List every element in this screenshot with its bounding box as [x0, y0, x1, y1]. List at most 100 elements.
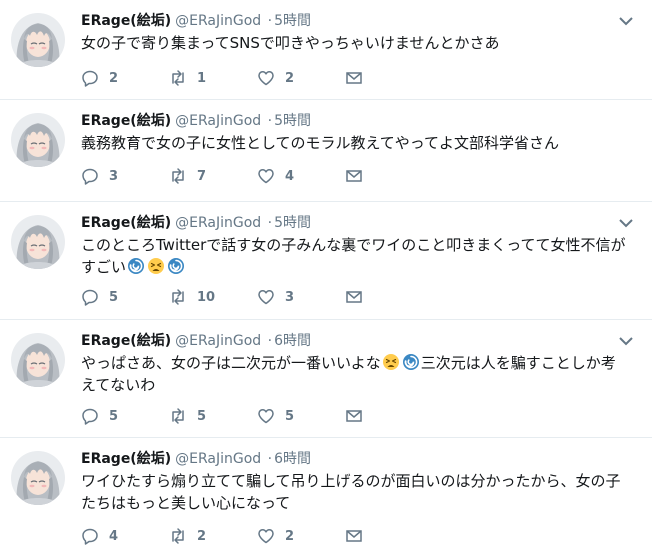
- display-name[interactable]: ERage(絵垢): [81, 333, 171, 349]
- retweet-count: 7: [197, 168, 207, 184]
- cyclone-emoji: [167, 257, 185, 275]
- like-count: 2: [285, 528, 295, 544]
- avatar[interactable]: [11, 215, 65, 269]
- like-count: 3: [285, 289, 295, 305]
- retweet-button[interactable]: 7: [169, 166, 206, 186]
- cyclone-emoji: [401, 353, 420, 371]
- reply-button[interactable]: 2: [81, 68, 118, 88]
- display-name[interactable]: ERage(絵垢): [81, 113, 171, 129]
- tweet-actions: 4 2 2: [81, 526, 381, 546]
- tweet-header: ERage(絵垢) @ERaJinGod · 6時間: [81, 449, 612, 469]
- tweet-text: ワイひたすら煽り立てて騙して吊り上げるのが面白いのは分かったから、女の子 たちは…: [81, 470, 630, 514]
- retweet-count: 10: [197, 289, 216, 305]
- dm-button[interactable]: [345, 166, 363, 186]
- timeline: ERage(絵垢) @ERaJinGod · 5時間 女の子で寄り集まってSNSで叩…: [0, 0, 653, 555]
- separator-dot: ·: [267, 13, 273, 29]
- envelope-icon: [346, 72, 362, 84]
- tired-face-emoji: [147, 257, 165, 275]
- timestamp[interactable]: 5時間: [274, 113, 311, 129]
- dm-button[interactable]: [345, 526, 363, 546]
- tweet[interactable]: ERage(絵垢) @ERaJinGod · 6時間 ワイひたすら煽り立てて騙して吊…: [0, 438, 652, 555]
- tweet-text-line: このところTwitterで話す女の子みんな裏でワイのこと叩きまくってて女性不信が: [81, 236, 626, 254]
- tweet-actions: 5 5 5: [81, 406, 381, 426]
- like-button[interactable]: 2: [257, 526, 294, 546]
- separator-dot: ·: [267, 113, 273, 129]
- retweet-icon: [172, 408, 184, 424]
- avatar[interactable]: [11, 113, 65, 167]
- timestamp[interactable]: 5時間: [274, 13, 311, 29]
- reply-button[interactable]: 3: [81, 166, 118, 186]
- retweet-button[interactable]: 10: [169, 287, 215, 307]
- tweet-text-line: えてないわ: [81, 376, 156, 394]
- handle[interactable]: @ERaJinGod: [175, 215, 261, 231]
- chevron-down-icon[interactable]: [618, 215, 634, 231]
- tweet-header: ERage(絵垢) @ERaJinGod · 5時間: [81, 213, 612, 233]
- handle[interactable]: @ERaJinGod: [175, 13, 261, 29]
- dm-button[interactable]: [345, 287, 363, 307]
- retweet-count: 1: [197, 70, 207, 86]
- tweet-actions: 5 10 3: [81, 287, 381, 307]
- retweet-button[interactable]: 5: [169, 406, 206, 426]
- like-button[interactable]: 2: [257, 68, 294, 88]
- timestamp[interactable]: 6時間: [274, 451, 311, 467]
- heart-icon: [258, 169, 274, 184]
- retweet-count: 5: [197, 408, 207, 424]
- reply-icon: [82, 70, 98, 87]
- timestamp[interactable]: 5時間: [274, 215, 311, 231]
- reply-count: 5: [109, 289, 119, 305]
- handle[interactable]: @ERaJinGod: [175, 333, 261, 349]
- display-name[interactable]: ERage(絵垢): [81, 13, 171, 29]
- avatar[interactable]: [11, 13, 65, 67]
- timestamp[interactable]: 6時間: [274, 333, 311, 349]
- tweet-actions: 2 1 2: [81, 68, 381, 88]
- like-button[interactable]: 3: [257, 287, 294, 307]
- reply-button[interactable]: 5: [81, 406, 118, 426]
- chevron-down-icon[interactable]: [618, 333, 634, 349]
- tweet[interactable]: ERage(絵垢) @ERaJinGod · 5時間 女の子で寄り集まってSNSで叩…: [0, 0, 652, 100]
- tweet-text: 女の子で寄り集まってSNSで叩きやっちゃいけませんとかさあ: [81, 32, 630, 54]
- handle[interactable]: @ERaJinGod: [175, 113, 261, 129]
- reply-button[interactable]: 4: [81, 526, 118, 546]
- retweet-icon: [172, 168, 184, 184]
- retweet-icon: [172, 528, 184, 544]
- envelope-icon: [346, 291, 362, 303]
- envelope-icon: [346, 170, 362, 182]
- avatar[interactable]: [11, 451, 65, 505]
- reply-count: 4: [109, 528, 119, 544]
- reply-icon: [82, 168, 98, 185]
- avatar[interactable]: [11, 333, 65, 387]
- dm-button[interactable]: [345, 406, 363, 426]
- tweet-text: やっぱさあ、女の子は二次元が一番いいよな 三次元は人を騙すことしか考 えてないわ: [81, 352, 630, 396]
- tweet-header: ERage(絵垢) @ERaJinGod · 5時間: [81, 111, 612, 131]
- display-name[interactable]: ERage(絵垢): [81, 215, 171, 231]
- tweet-text-line: 義務教育で女の子に女性としてのモラル教えてやってよ文部科学省さん: [81, 134, 560, 152]
- like-count: 5: [285, 408, 295, 424]
- display-name[interactable]: ERage(絵垢): [81, 451, 171, 467]
- reply-icon: [82, 289, 98, 306]
- heart-icon: [258, 529, 274, 544]
- retweet-button[interactable]: 1: [169, 68, 206, 88]
- tweet[interactable]: ERage(絵垢) @ERaJinGod · 5時間 このところTwitterで話す…: [0, 202, 652, 320]
- tweet-header: ERage(絵垢) @ERaJinGod · 5時間: [81, 11, 612, 31]
- reply-icon: [82, 408, 98, 425]
- tweet-text: 義務教育で女の子に女性としてのモラル教えてやってよ文部科学省さん: [81, 132, 630, 154]
- handle[interactable]: @ERaJinGod: [175, 451, 261, 467]
- tweet-header: ERage(絵垢) @ERaJinGod · 6時間: [81, 331, 612, 351]
- heart-icon: [258, 290, 274, 305]
- reply-count: 5: [109, 408, 119, 424]
- retweet-button[interactable]: 2: [169, 526, 206, 546]
- envelope-icon: [346, 410, 362, 422]
- like-button[interactable]: 4: [257, 166, 294, 186]
- tweet-text-line: 女の子で寄り集まってSNSで叩きやっちゃいけませんとかさあ: [81, 34, 500, 52]
- tweet-actions: 3 7 4: [81, 166, 381, 186]
- tweet[interactable]: ERage(絵垢) @ERaJinGod · 5時間 義務教育で女の子に女性としての…: [0, 100, 652, 202]
- envelope-icon: [346, 530, 362, 542]
- retweet-count: 2: [197, 528, 207, 544]
- dm-button[interactable]: [345, 68, 363, 88]
- like-button[interactable]: 5: [257, 406, 294, 426]
- reply-icon: [82, 528, 98, 545]
- tweet[interactable]: ERage(絵垢) @ERaJinGod · 6時間 やっぱさあ、女の子は二次元が一…: [0, 320, 652, 438]
- tweet-text-line: ワイひたすら煽り立てて騙して吊り上げるのが面白いのは分かったから、女の子: [81, 472, 621, 490]
- chevron-down-icon[interactable]: [618, 13, 634, 29]
- reply-button[interactable]: 5: [81, 287, 118, 307]
